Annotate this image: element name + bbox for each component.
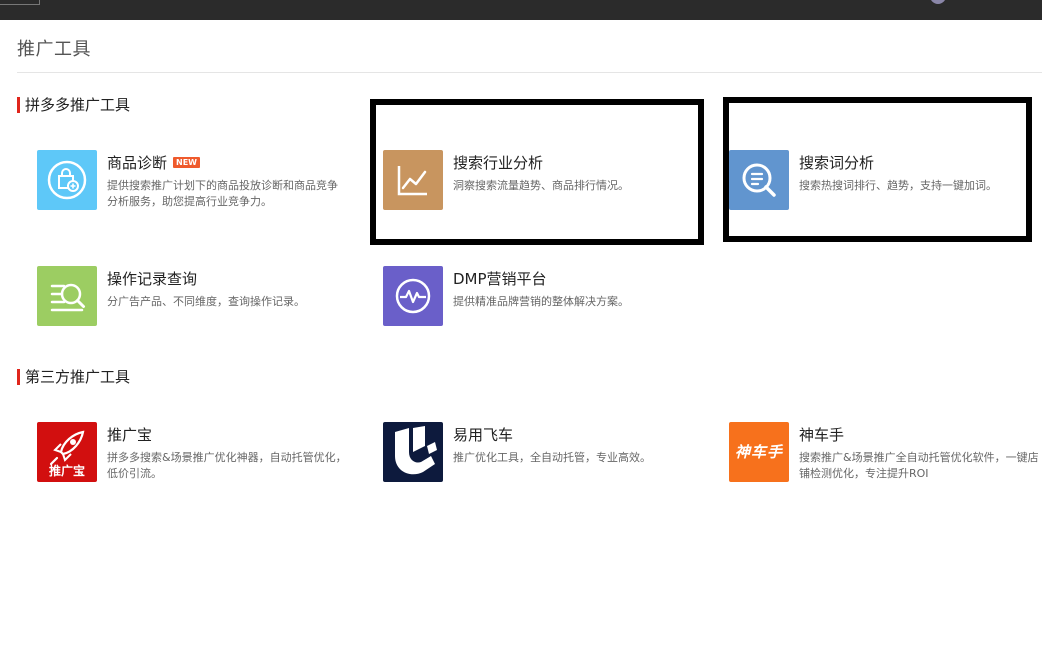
tool-name[interactable]: 易用飞车 — [453, 424, 513, 445]
section-title-third-party: 第三方推广工具 — [17, 368, 130, 386]
pulse-icon — [383, 266, 443, 326]
tool-name[interactable]: 神车手 — [799, 424, 844, 445]
highlight-box-industry-analysis — [370, 99, 704, 245]
tool-description: 推广优化工具，全自动托管，专业高效。 — [453, 451, 651, 464]
tool-description: 提供搜索推广计划下的商品投放诊断和商品竞争分析服务，助您提高行业竞争力。 — [107, 179, 338, 208]
highlight-box-keyword-analysis — [723, 97, 1032, 242]
new-badge: NEW — [173, 157, 200, 168]
tool-shencheshou[interactable]: 神车手 神车手 搜索推广&场景推广全自动托管优化软件，一键店铺检测优化，专注提升… — [729, 422, 1042, 484]
tool-name[interactable]: 推广宝 — [107, 424, 152, 445]
menu-button[interactable] — [0, 0, 40, 5]
tool-dmp[interactable]: DMP营销平台 提供精准品牌营销的整体解决方案。 — [383, 266, 703, 328]
tool-description: 搜索推广&场景推广全自动托管优化软件，一键店铺检测优化，专注提升ROI — [799, 451, 1039, 480]
tool-description: 拼多多搜索&场景推广优化神器，自动托管优化，低价引流。 — [107, 451, 347, 480]
page-title: 推广工具 — [17, 39, 91, 60]
yiyong-logo-icon — [383, 422, 443, 482]
top-bar — [0, 0, 1042, 20]
tool-goods-diagnosis[interactable]: 商品诊断 NEW 提供搜索推广计划下的商品投放诊断和商品竞争分析服务，助您提高行业… — [37, 150, 357, 212]
search-log-icon — [37, 266, 97, 326]
section-title-pdd: 拼多多推广工具 — [17, 96, 130, 114]
tool-description: 分广告产品、不同维度，查询操作记录。 — [107, 295, 305, 308]
tool-yiyong[interactable]: 易用飞车 推广优化工具，全自动托管，专业高效。 — [383, 422, 703, 484]
shopping-bag-plus-icon — [37, 150, 97, 210]
shencheshou-logo-icon: 神车手 — [729, 422, 789, 482]
tool-operation-log[interactable]: 操作记录查询 分广告产品、不同维度，查询操作记录。 — [37, 266, 357, 328]
tool-name[interactable]: 商品诊断 — [107, 154, 167, 172]
tuiguangbao-logo-text: 推广宝 — [48, 464, 85, 478]
rocket-icon: 推广宝 — [37, 422, 97, 482]
shencheshou-logo-text: 神车手 — [734, 443, 783, 461]
tool-name[interactable]: 操作记录查询 — [107, 268, 197, 289]
tool-tuiguangbao[interactable]: 推广宝 推广宝 拼多多搜索&场景推广优化神器，自动托管优化，低价引流。 — [37, 422, 357, 484]
tool-description: 提供精准品牌营销的整体解决方案。 — [453, 295, 629, 308]
tool-name[interactable]: DMP营销平台 — [453, 268, 547, 289]
title-divider — [17, 72, 1042, 73]
avatar[interactable] — [930, 0, 946, 4]
